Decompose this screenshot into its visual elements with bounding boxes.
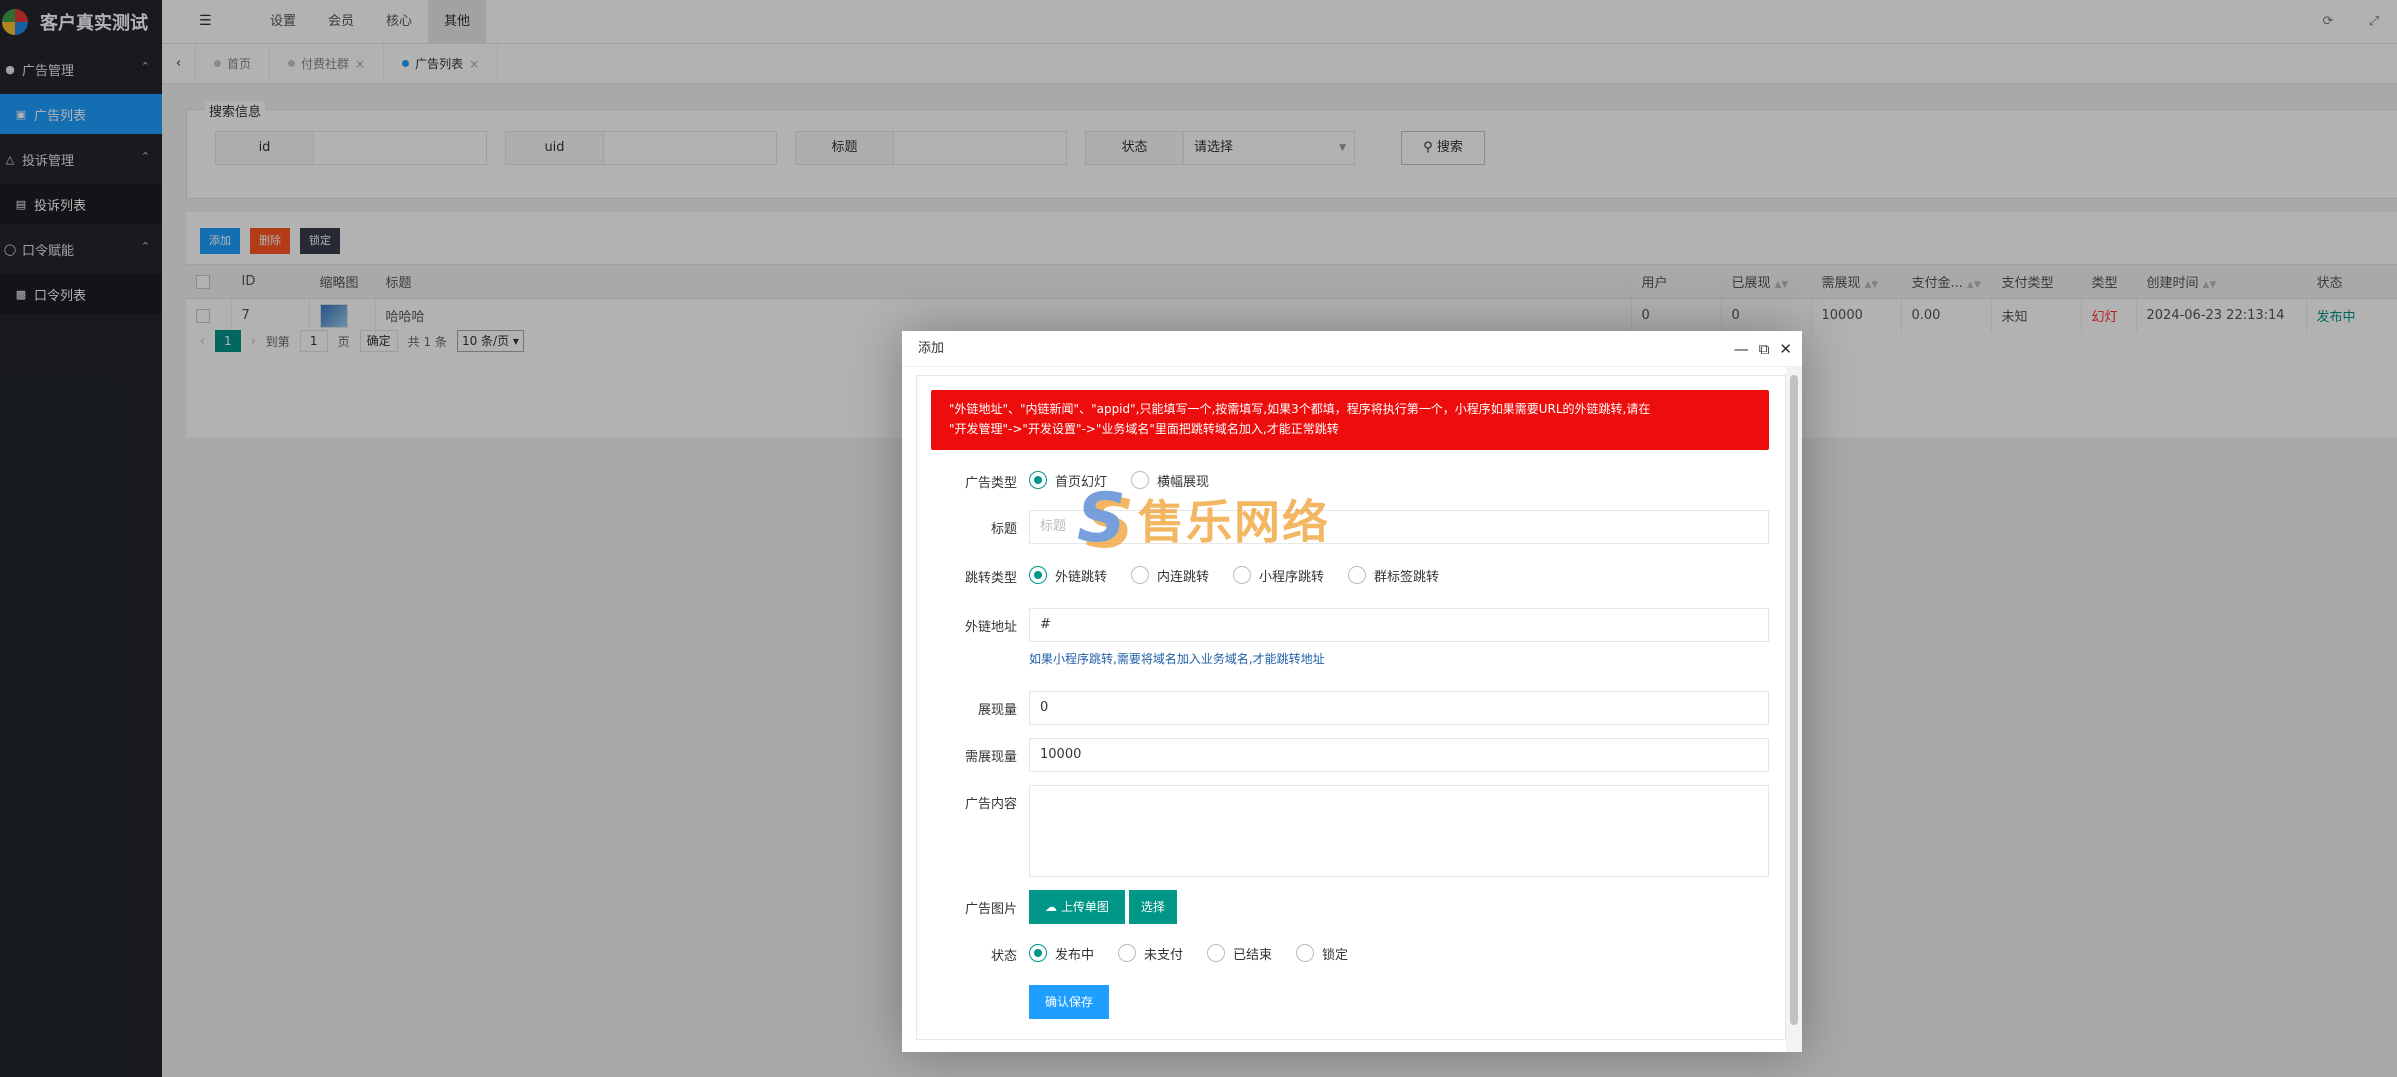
dialog-controls: — ⧉ ✕ bbox=[1734, 331, 1792, 367]
radio-unpaid[interactable]: 未支付 bbox=[1118, 944, 1183, 963]
radio-unchecked-icon bbox=[1131, 471, 1150, 489]
link-label: 外链地址 bbox=[964, 620, 1017, 635]
dialog-header: 添加 — ⧉ ✕ bbox=[902, 331, 1802, 367]
shown-input[interactable]: 0 bbox=[1029, 691, 1769, 725]
content-label: 广告内容 bbox=[964, 797, 1017, 812]
choose-image-button[interactable]: 选择 bbox=[1128, 890, 1177, 924]
ad-type-label: 广告类型 bbox=[964, 476, 1017, 491]
radio-external-link[interactable]: 外链跳转 bbox=[1029, 566, 1107, 585]
status-label: 状态 bbox=[990, 949, 1017, 964]
radio-label: 已结束 bbox=[1233, 947, 1273, 963]
radio-label: 内连跳转 bbox=[1157, 569, 1210, 585]
status-radios: 发布中 未支付 已结束 锁定 bbox=[1029, 941, 1769, 965]
warning-alert: "外链地址"、"内链新闻"、"appid",只能填写一个,按需填写,如果3个都填… bbox=[931, 390, 1769, 450]
radio-label: 锁定 bbox=[1322, 947, 1349, 963]
save-wrapper: 确认保存 bbox=[1029, 985, 1769, 1019]
upload-button-label: 上传单图 bbox=[1060, 900, 1109, 914]
jump-type-radios: 外链跳转 内连跳转 小程序跳转 群标签跳转 bbox=[1029, 563, 1769, 587]
dialog-scrollbar[interactable] bbox=[1786, 367, 1802, 1052]
image-label: 广告图片 bbox=[964, 902, 1017, 917]
radio-locked[interactable]: 锁定 bbox=[1296, 944, 1348, 963]
radio-label: 发布中 bbox=[1055, 947, 1095, 963]
radio-publishing[interactable]: 发布中 bbox=[1029, 944, 1094, 963]
dialog-title: 添加 bbox=[918, 341, 945, 356]
radio-label: 横幅展现 bbox=[1157, 474, 1210, 490]
add-ad-dialog: 添加 — ⧉ ✕ "外链地址"、"内链新闻"、"appid",只能填写一个,按需… bbox=[902, 331, 1802, 1052]
radio-group-tag[interactable]: 群标签跳转 bbox=[1348, 566, 1439, 585]
title-input[interactable]: 标题 bbox=[1029, 510, 1769, 544]
radio-unchecked-icon bbox=[1131, 566, 1150, 584]
scrollbar-thumb[interactable] bbox=[1790, 375, 1798, 1025]
need-label: 需展现量 bbox=[964, 750, 1017, 765]
ad-type-radios: 首页幻灯 横幅展现 bbox=[1029, 468, 1769, 492]
radio-checked-icon bbox=[1029, 566, 1047, 584]
radio-unchecked-icon bbox=[1348, 566, 1367, 584]
shown-label: 展现量 bbox=[977, 703, 1017, 718]
content-textarea[interactable] bbox=[1029, 785, 1769, 877]
radio-unchecked-icon bbox=[1118, 944, 1137, 962]
alert-line: "开发管理"->"开发设置"->"业务域名"里面把跳转域名加入,才能正常跳转 bbox=[949, 422, 1339, 436]
maximize-icon[interactable]: ⧉ bbox=[1759, 331, 1770, 367]
radio-home-slide[interactable]: 首页幻灯 bbox=[1029, 471, 1107, 490]
alert-line: "外链地址"、"内链新闻"、"appid",只能填写一个,按需填写,如果3个都填… bbox=[949, 402, 1651, 416]
close-icon[interactable]: ✕ bbox=[1779, 331, 1792, 367]
confirm-save-button[interactable]: 确认保存 bbox=[1029, 985, 1110, 1019]
radio-label: 首页幻灯 bbox=[1055, 474, 1108, 490]
upload-image-button[interactable]: ☁ 上传单图 bbox=[1029, 890, 1125, 924]
radio-ended[interactable]: 已结束 bbox=[1207, 944, 1272, 963]
radio-mini-program[interactable]: 小程序跳转 bbox=[1233, 566, 1324, 585]
radio-banner[interactable]: 横幅展现 bbox=[1131, 471, 1209, 490]
minimize-icon[interactable]: — bbox=[1734, 331, 1749, 367]
cloud-upload-icon: ☁ bbox=[1045, 900, 1057, 914]
radio-label: 小程序跳转 bbox=[1259, 569, 1325, 585]
radio-label: 外链跳转 bbox=[1055, 569, 1108, 585]
radio-unchecked-icon bbox=[1296, 944, 1315, 962]
link-input[interactable]: # bbox=[1029, 608, 1769, 642]
link-help-text: 如果小程序跳转,需要将域名加入业务域名,才能跳转地址 bbox=[1029, 652, 1325, 666]
image-upload-group: ☁ 上传单图 选择 bbox=[1029, 890, 1769, 924]
dialog-form: "外链地址"、"内链新闻"、"appid",只能填写一个,按需填写,如果3个都填… bbox=[916, 375, 1786, 1040]
jump-type-label: 跳转类型 bbox=[964, 571, 1017, 586]
radio-unchecked-icon bbox=[1207, 944, 1226, 962]
radio-unchecked-icon bbox=[1233, 566, 1252, 584]
need-input[interactable]: 10000 bbox=[1029, 738, 1769, 772]
radio-label: 群标签跳转 bbox=[1374, 569, 1440, 585]
radio-checked-icon bbox=[1029, 471, 1047, 489]
radio-checked-icon bbox=[1029, 944, 1047, 962]
radio-label: 未支付 bbox=[1144, 947, 1184, 963]
radio-internal-link[interactable]: 内连跳转 bbox=[1131, 566, 1209, 585]
title-label: 标题 bbox=[990, 522, 1017, 537]
